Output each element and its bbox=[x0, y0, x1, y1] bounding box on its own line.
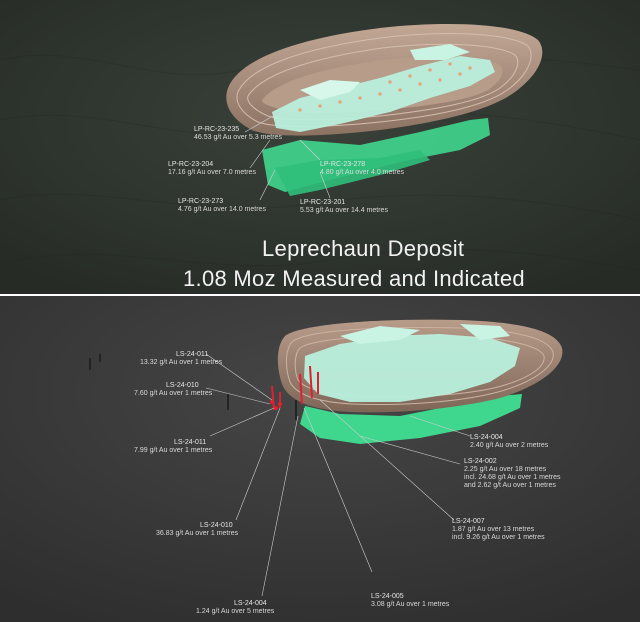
drill-hole-id: LS-24-004 bbox=[234, 600, 267, 607]
drill-hole-id: LP-RC-23-273 bbox=[178, 198, 224, 205]
bottom-label-3: LS-24-011 7.99 g/t Au over 1 metres bbox=[134, 439, 212, 455]
drill-hole-grade: 3.08 g/t Au over 1 metres bbox=[371, 601, 450, 608]
deposit-title: Leprechaun Deposit bbox=[262, 236, 465, 261]
drill-hole-id: LP-RC-23-235 bbox=[194, 126, 240, 133]
drill-hole-id: LS-24-010 bbox=[200, 522, 233, 529]
drill-hole-grade: 7.99 g/t Au over 1 metres bbox=[134, 447, 213, 454]
top-label-5: LP-RC-23-201 5.53 g/t Au over 14.4 metre… bbox=[300, 199, 388, 215]
top-label-2: LP-RC-23-204 17.16 g/t Au over 7.0 metre… bbox=[168, 161, 256, 177]
top-label-3: LP-RC-23-278 4.80 g/t Au over 4.0 metres bbox=[320, 161, 404, 177]
drill-hole-grade: 1.24 g/t Au over 5 metres bbox=[196, 608, 275, 615]
drill-hole-grade-incl: incl. 9.26 g/t Au over 1 metres bbox=[452, 534, 545, 541]
bottom-label-2: LS-24-010 7.60 g/t Au over 1 metres bbox=[134, 382, 212, 398]
drill-hole-id: LS-24-005 bbox=[371, 593, 404, 600]
drill-hole-grade-incl: incl. 24.68 g/t Au over 1 metres bbox=[464, 474, 561, 481]
drill-hole-id: LS-24-004 bbox=[470, 434, 503, 441]
bottom-label-6: LS-24-005 3.08 g/t Au over 1 metres bbox=[371, 593, 449, 609]
drill-hole-grade-and: and 2.62 g/t Au over 1 metres bbox=[464, 482, 556, 489]
drill-hole-grade: 36.83 g/t Au over 1 metres bbox=[156, 530, 239, 537]
drill-hole-id: LS-24-010 bbox=[166, 382, 199, 389]
drill-hole-grade: 1.87 g/t Au over 13 metres bbox=[452, 526, 535, 533]
top-label-4: LP-RC-23-273 4.76 g/t Au over 14.0 metre… bbox=[178, 198, 266, 214]
bottom-label-4: LS-24-010 36.83 g/t Au over 1 metres bbox=[156, 522, 238, 538]
top-panel-aerial-view: LP-RC-23-235 46.53 g/t Au over 5.3 metre… bbox=[0, 0, 640, 294]
drill-hole-id: LS-24-011 bbox=[176, 351, 209, 358]
bottom-label-8: LS-24-002 2.25 g/t Au over 18 metres inc… bbox=[464, 458, 561, 490]
bottom-label-1: LS-24-011 13.32 g/t Au over 1 metres bbox=[140, 351, 222, 367]
drill-hole-grade: 17.16 g/t Au over 7.0 metres bbox=[168, 169, 256, 176]
bottom-label-9: LS-24-004 2.40 g/t Au over 2 metres bbox=[470, 434, 548, 450]
drill-hole-id: LS-24-011 bbox=[174, 439, 207, 446]
drill-hole-id: LS-24-002 bbox=[464, 458, 497, 465]
bottom-label-7: LS-24-007 1.87 g/t Au over 13 metres inc… bbox=[452, 518, 545, 542]
drill-hole-grade: 7.60 g/t Au over 1 metres bbox=[134, 390, 213, 397]
drill-hole-id: LS-24-007 bbox=[452, 518, 485, 525]
drill-hole-grade: 4.80 g/t Au over 4.0 metres bbox=[320, 169, 405, 176]
drill-hole-grade: 2.25 g/t Au over 18 metres bbox=[464, 466, 547, 473]
drill-hole-grade: 46.53 g/t Au over 5.3 metres bbox=[194, 134, 282, 141]
drill-hole-id: LP-RC-23-201 bbox=[300, 199, 346, 206]
deposit-resource-subtitle: 1.08 Moz Measured and Indicated bbox=[183, 266, 525, 291]
top-label-1: LP-RC-23-235 46.53 g/t Au over 5.3 metre… bbox=[194, 126, 282, 142]
bottom-panel-section-view: LS-24-011 13.32 g/t Au over 1 metres LS-… bbox=[0, 296, 640, 622]
drill-hole-id: LP-RC-23-204 bbox=[168, 161, 214, 168]
drill-hole-grade: 2.40 g/t Au over 2 metres bbox=[470, 442, 549, 449]
bottom-label-5: LS-24-004 1.24 g/t Au over 5 metres bbox=[196, 600, 274, 616]
drill-hole-grade: 13.32 g/t Au over 1 metres bbox=[140, 359, 223, 366]
drill-hole-id: LP-RC-23-278 bbox=[320, 161, 366, 168]
drill-hole-grade: 4.76 g/t Au over 14.0 metres bbox=[178, 206, 266, 213]
drill-hole-grade: 5.53 g/t Au over 14.4 metres bbox=[300, 207, 388, 214]
